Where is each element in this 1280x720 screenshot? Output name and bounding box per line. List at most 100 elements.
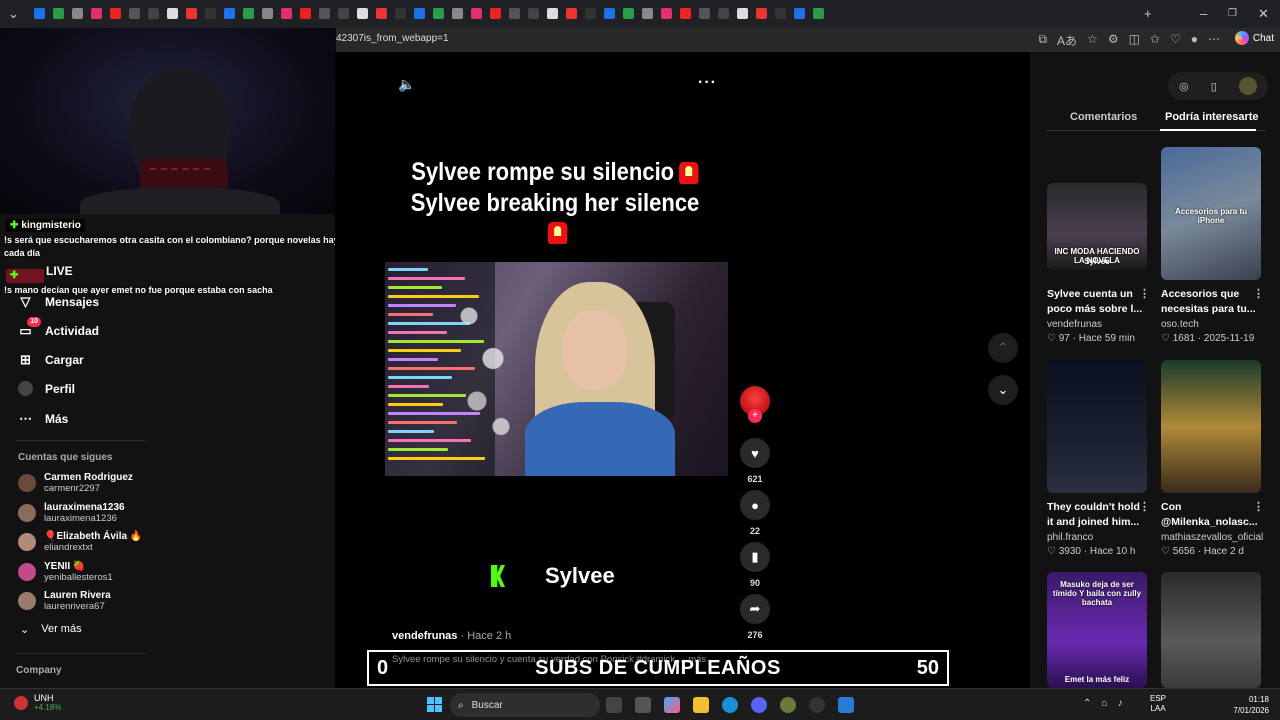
comment-button[interactable]: ● 22: [738, 490, 772, 536]
browser-tab-favicon[interactable]: [471, 8, 482, 19]
browser-tab-favicon[interactable]: [756, 8, 767, 19]
browser-tab-favicon[interactable]: [281, 8, 292, 19]
browser-tab-favicon[interactable]: [72, 8, 83, 19]
chevron-up-icon[interactable]: ⌃: [1083, 698, 1091, 709]
suggested-thumbnail[interactable]: [1047, 360, 1147, 493]
nav-live[interactable]: LIVE: [46, 264, 73, 278]
suggested-title[interactable]: Accesorios que necesitas para tu...: [1161, 287, 1261, 317]
video-author[interactable]: vendefrunas · Hace 2 h: [392, 630, 511, 642]
suggested-thumbnail[interactable]: [1161, 360, 1261, 493]
browser-tab-favicon[interactable]: [262, 8, 273, 19]
browser-tab-favicon[interactable]: [737, 8, 748, 19]
following-item[interactable]: Carmen Rodriguez carmenr2297: [18, 472, 133, 494]
new-tab-icon[interactable]: +: [1144, 6, 1152, 21]
suggested-author[interactable]: oso.tech: [1161, 319, 1199, 330]
extensions-icon[interactable]: ⚙: [1108, 32, 1119, 49]
browser-tab-favicon[interactable]: [566, 8, 577, 19]
browser-tab-favicon[interactable]: [547, 8, 558, 19]
browser-tab-favicon[interactable]: [357, 8, 368, 19]
suggested-title[interactable]: They couldn't hold it and joined him...: [1047, 500, 1147, 530]
browser-tab-favicon[interactable]: [528, 8, 539, 19]
browser-tab-favicon[interactable]: [490, 8, 501, 19]
creator-avatar-button[interactable]: +: [738, 386, 772, 423]
discord-icon[interactable]: [751, 697, 767, 713]
previous-video-button[interactable]: ⌃: [988, 333, 1018, 363]
store-icon[interactable]: [635, 697, 651, 713]
browser-tab-favicon[interactable]: [224, 8, 235, 19]
next-video-button[interactable]: ⌄: [988, 375, 1018, 405]
nav-profile[interactable]: Perfil: [18, 381, 75, 396]
browser-tab-favicon[interactable]: [186, 8, 197, 19]
like-button[interactable]: ♥ 621: [738, 438, 772, 484]
following-item[interactable]: 🎈Elizabeth Ávila 🔥 eliandrextxt: [18, 531, 142, 553]
company-link[interactable]: Company: [16, 665, 62, 676]
browser-tab-favicon[interactable]: [319, 8, 330, 19]
edge-icon[interactable]: [722, 697, 738, 713]
suggested-thumbnail[interactable]: INC MODA HACIENDO LA NOVELA Sylvee: [1047, 183, 1147, 270]
browser-tab-favicon[interactable]: [509, 8, 520, 19]
language-indicator[interactable]: ESP LAA: [1150, 694, 1166, 714]
browser-tab-favicon[interactable]: [433, 8, 444, 19]
task-view-icon[interactable]: [606, 697, 622, 713]
browser-tab-favicon[interactable]: [623, 8, 634, 19]
browser-tab-favicon[interactable]: [205, 8, 216, 19]
card-menu-icon[interactable]: ⋮: [1139, 287, 1150, 300]
nav-upload[interactable]: ⊞ Cargar: [18, 352, 84, 367]
nav-messages[interactable]: ▽ Mensajes: [18, 294, 100, 309]
close-window-icon[interactable]: ✕: [1258, 6, 1269, 22]
maximize-icon[interactable]: ❐: [1228, 8, 1237, 19]
browser-tab-favicon[interactable]: [167, 8, 178, 19]
copilot-app-icon[interactable]: [664, 697, 680, 713]
following-item[interactable]: lauraximena1236 lauraximena1236: [18, 502, 125, 524]
browser-tab-favicon[interactable]: [243, 8, 254, 19]
browser-tab-favicon[interactable]: [642, 8, 653, 19]
url-text[interactable]: 42307is_from_webapp=1: [336, 33, 449, 44]
translate-icon[interactable]: Aあ: [1057, 32, 1077, 49]
following-item[interactable]: YENII 🍓 yeniballesteros1: [18, 561, 113, 583]
minimize-icon[interactable]: –: [1200, 6, 1207, 21]
copilot-chat-button[interactable]: Chat: [1234, 31, 1274, 45]
nav-more[interactable]: ⋯ Más: [18, 411, 68, 426]
browser-tab-favicon[interactable]: [604, 8, 615, 19]
profile-icon[interactable]: ●: [1191, 32, 1198, 49]
browser-tab-favicon[interactable]: [718, 8, 729, 19]
coin-icon[interactable]: ◎: [1179, 80, 1189, 93]
mic-icon[interactable]: ♪: [1117, 698, 1122, 709]
card-menu-icon[interactable]: ⋮: [1139, 500, 1150, 513]
suggested-author[interactable]: mathiaszevallos_oficial: [1161, 532, 1263, 543]
browser-tab-favicon[interactable]: [91, 8, 102, 19]
app-icon[interactable]: [780, 697, 796, 713]
user-avatar[interactable]: [1238, 77, 1257, 95]
browser-tab-favicon[interactable]: [338, 8, 349, 19]
open-in-app-icon[interactable]: ⧉: [1038, 32, 1047, 49]
star-icon[interactable]: ☆: [1087, 32, 1098, 49]
suggested-title[interactable]: Con @Milenka_nolasc...: [1161, 500, 1261, 530]
menu-icon[interactable]: ⋯: [1208, 32, 1220, 49]
browser-tab-favicon[interactable]: [148, 8, 159, 19]
suggested-thumbnail[interactable]: Accesorios para tu iPhone: [1161, 147, 1261, 280]
following-item[interactable]: Lauren Rivera laurenrivera67: [18, 590, 111, 612]
browser-essentials-icon[interactable]: ♡: [1170, 32, 1181, 49]
suggested-author[interactable]: vendefrunas: [1047, 319, 1102, 330]
browser-tab-favicon[interactable]: [661, 8, 672, 19]
suggested-author[interactable]: phil.franco: [1047, 532, 1093, 543]
browser-tab-favicon[interactable]: [699, 8, 710, 19]
browser-tab-favicon[interactable]: [129, 8, 140, 19]
browser-tab-favicon[interactable]: [813, 8, 824, 19]
suggested-thumbnail[interactable]: Masuko deja de ser tímido Y baila con zu…: [1047, 572, 1147, 688]
tab-comments[interactable]: Comentarios: [1070, 111, 1137, 123]
author-name[interactable]: vendefrunas: [392, 630, 457, 642]
browser-tab-favicon[interactable]: [53, 8, 64, 19]
suggested-thumbnail[interactable]: [1161, 572, 1261, 688]
browser-tab-favicon[interactable]: [452, 8, 463, 19]
browser-tab-favicon[interactable]: [794, 8, 805, 19]
obs-icon[interactable]: [809, 697, 825, 713]
app-icon-blue[interactable]: [838, 697, 854, 713]
more-options-icon[interactable]: ···: [698, 74, 717, 92]
browser-tab-favicon[interactable]: [395, 8, 406, 19]
device-icon[interactable]: ▯: [1211, 80, 1217, 93]
windows-start-icon[interactable]: [427, 697, 442, 712]
browser-tab-favicon[interactable]: [110, 8, 121, 19]
see-more-button[interactable]: ⌄ Ver más: [20, 623, 82, 636]
card-menu-icon[interactable]: ⋮: [1253, 287, 1264, 300]
